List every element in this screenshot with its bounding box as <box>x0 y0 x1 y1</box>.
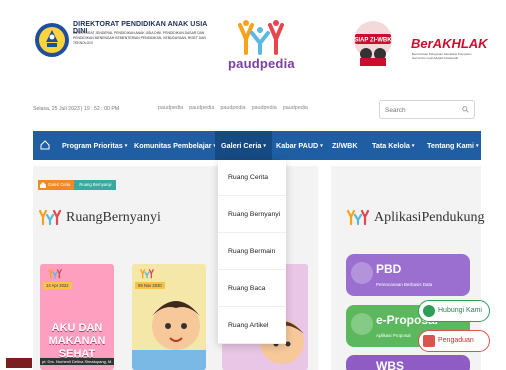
quicklinks: paudpedia paudpedia paudpedia paudpedia … <box>158 105 308 111</box>
home-icon[interactable] <box>40 140 50 150</box>
date-tag: 09 Nov 2020 <box>135 282 165 289</box>
song-card[interactable]: 09 Nov 2020 <box>132 264 206 370</box>
complaint-icon <box>423 335 435 347</box>
quicklink[interactable]: paudpedia <box>158 105 183 111</box>
section-title-ruang-bernyanyi: RuangBernyanyi <box>66 210 161 225</box>
app-tile-pbd[interactable]: PBD Perencanaan Berbasis Data <box>346 254 470 296</box>
nav-kabar-paud[interactable]: Kabar PAUD ▾ <box>276 131 323 160</box>
current-datetime: Selasa, 25 Juli 2023 | 19 : 52 : 00 PM <box>33 106 120 112</box>
dropdown-item-ruang-bermain[interactable]: Ruang Bermain <box>218 234 286 270</box>
berakhlak-tagline: Berorientasi Pelayanan Akuntabel Kompete… <box>412 52 472 60</box>
tile-subtitle: Aplikasi Proposal <box>376 333 411 338</box>
dropdown-item-ruang-artikel[interactable]: Ruang Artikel <box>218 308 286 344</box>
tut-wuri-handayani-logo[interactable] <box>34 22 70 58</box>
nav-tata-kelola[interactable]: Tata Kelola ▾ <box>372 131 414 160</box>
nav-zi-wbk[interactable]: ZI/WBK <box>332 131 358 160</box>
search-icon[interactable] <box>462 106 469 113</box>
nav-galeri-ceria[interactable]: Galeri Ceria ▾ <box>215 131 272 160</box>
search-box <box>379 100 475 119</box>
tile-title: WBS <box>376 359 404 370</box>
quicklink[interactable]: paudpedia <box>283 105 308 111</box>
search-input[interactable] <box>385 104 455 116</box>
section-title-aplikasi-pendukung: AplikasiPendukung <box>374 210 485 225</box>
rocket-icon <box>351 262 373 284</box>
nav-program-prioritas[interactable]: Program Prioritas ▾ <box>62 131 127 160</box>
corner-logo[interactable] <box>6 358 32 368</box>
paudpedia-children-icon <box>38 209 62 226</box>
dropdown-item-ruang-baca[interactable]: Ruang Baca <box>218 271 286 307</box>
quicklink[interactable]: paudpedia <box>189 105 214 111</box>
document-icon <box>351 313 373 335</box>
app-tile-wbs[interactable]: WBS <box>346 355 470 370</box>
complaint-button[interactable]: Pengaduan <box>418 330 490 352</box>
song-card[interactable]: 14 Apr 2022 AKU DAN MAKANAN SEHAT pt: Dr… <box>40 264 114 370</box>
paudpedia-children-icon <box>48 269 62 279</box>
siap-badge-label: SIAP ZI-WBK <box>354 38 392 44</box>
quicklink[interactable]: paudpedia <box>252 105 277 111</box>
nav-tentang-kami[interactable]: Tentang Kami ▾ <box>427 131 479 160</box>
paudpedia-children-icon <box>346 209 370 226</box>
dropdown-item-ruang-cerita[interactable]: Ruang Cerita <box>218 160 286 196</box>
directorate-subtitle: Direktorat Jenderal Pendidikan Anak Usia… <box>73 31 206 45</box>
site-header: DIREKTORAT PENDIDIKAN ANAK USIA DINI Dir… <box>0 0 506 92</box>
paudpedia-children-icon <box>140 269 154 279</box>
complaint-label: Pengaduan <box>438 337 474 344</box>
paudpedia-wordmark[interactable]: paudpedia <box>228 56 295 71</box>
galeri-ceria-dropdown: Ruang Cerita Ruang Bernyanyi Ruang Berma… <box>218 160 286 344</box>
contact-us-label: Hubungi Kami <box>438 307 482 314</box>
date-tag: 14 Apr 2022 <box>43 282 72 289</box>
card-author: pt: Drs. Nurhenil Delina Simatupang, M. <box>40 358 114 365</box>
breadcrumb: Galeri Ceria Ruang Bernyanyi <box>38 180 117 190</box>
quicklink[interactable]: paudpedia <box>220 105 245 111</box>
tile-subtitle: Perencanaan Berbasis Data <box>376 282 433 287</box>
breadcrumb-ruang-bernyanyi: Ruang Bernyanyi <box>74 180 117 190</box>
dropdown-item-ruang-bernyanyi[interactable]: Ruang Bernyanyi <box>218 197 286 233</box>
nav-komunitas-pembelajar[interactable]: Komunitas Pembelajar▾ <box>134 131 216 160</box>
siap-zi-wbk-badge[interactable]: SIAP ZI-WBK <box>349 18 397 70</box>
whatsapp-icon <box>423 305 435 317</box>
contact-us-button[interactable]: Hubungi Kami <box>418 300 490 322</box>
breadcrumb-galeri-ceria[interactable]: Galeri Ceria <box>38 180 75 190</box>
home-icon <box>40 182 46 188</box>
main-navigation: Program Prioritas▾ Komunitas Pembelajar▾… <box>33 131 481 160</box>
berakhlak-logo[interactable]: BerAKHLAK <box>411 36 488 51</box>
tile-title: PBD <box>376 262 402 276</box>
card-title: AKU DAN MAKANAN SEHAT <box>48 322 106 360</box>
